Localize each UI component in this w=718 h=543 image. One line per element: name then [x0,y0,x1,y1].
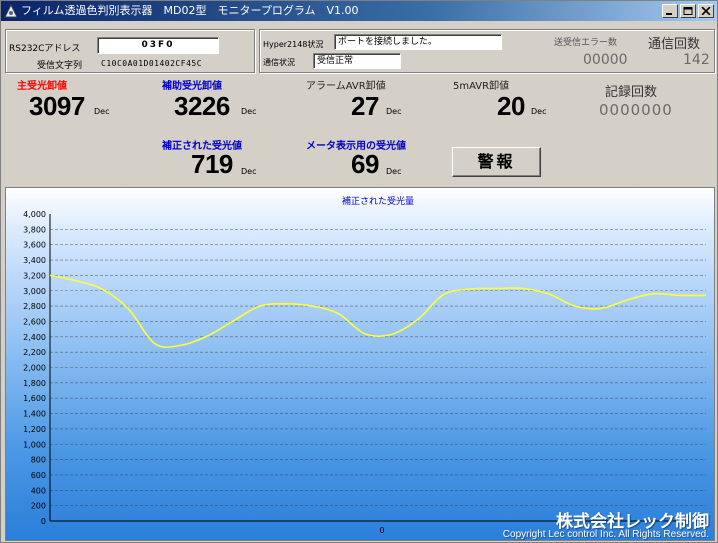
y-tick-label: 2,400 [23,333,46,342]
corrected-light-value: 719 [191,149,233,179]
alarm-avr-value: 27 [351,91,379,121]
app-icon [4,4,18,18]
error-count-label: 送受信エラー数 [554,38,618,48]
y-tick-label: 200 [31,502,46,511]
y-tick-label: 2,000 [23,364,46,373]
minimize-icon [666,13,672,15]
minimize-button[interactable] [662,4,678,18]
chart-panel: 補正された受光量 4,000 3,800 3,600 3,400 3,200 3,000 2,… [5,187,715,541]
y-tick-label: 1,400 [23,410,46,419]
y-tick-label: 2,800 [23,302,46,311]
series-line [49,274,707,349]
meter-light-value: 69 [351,149,379,179]
rs232c-address-label: RS232Cアドレス [9,44,81,54]
y-tick-label: 0 [41,517,46,526]
five-min-avr-value: 20 [497,91,525,121]
y-tick-label: 2,200 [23,348,46,357]
hyper-status-field: ポートを接続しました。 [334,34,502,50]
received-string-label: 受信文字列 [37,61,83,71]
main-light-unit: Dec [94,107,110,116]
maximize-icon [683,7,693,15]
y-tick-label: 600 [31,471,46,480]
y-tick-label: 1,200 [23,425,46,434]
y-tick-label: 800 [31,456,46,465]
record-count-label: 記録回数 [605,85,658,100]
alarm-button[interactable]: 警報 [452,147,541,177]
y-tick-label: 1,600 [23,394,46,403]
y-tick-label: 1,800 [23,379,46,388]
chart-svg: 補正された受光量 4,000 3,800 3,600 3,400 3,200 3,000 2,… [23,195,707,535]
aux-light-unit: Dec [241,107,257,116]
alarm-avr-label: アラームAVR卸値 [306,81,386,92]
received-string-value: C10C0A01D01402CF45C [101,59,203,68]
y-tick-label: 1,000 [23,440,46,449]
five-min-avr-unit: Dec [531,107,547,116]
copyright-text: Copyright Lec control Inc. All Rights Re… [502,529,709,540]
error-count-value: 00000 [583,52,628,68]
main-window: フィルム透過色判別表示器 MD02型 モニタープログラム V1.00 RS232… [0,0,718,543]
record-count-value: 0000000 [599,101,673,119]
aux-light-value: 3226 [174,91,230,121]
y-tick-label: 3,600 [23,241,46,250]
main-light-value: 3097 [29,91,85,121]
main-light-label: 主受光卸値 [17,81,67,92]
corrected-light-unit: Dec [241,167,257,176]
comm-status-field: 受信正常 [313,53,401,69]
close-button[interactable] [698,4,714,18]
maximize-button[interactable] [680,4,696,18]
y-tick-label: 3,800 [23,225,46,234]
chart-title: 補正された受光量 [342,195,414,207]
y-tick-label: 2,600 [23,317,46,326]
comm-count-value: 142 [683,52,710,68]
rs232c-address-field[interactable]: 03F0 [97,37,219,54]
window-title: フィルム透過色判別表示器 MD02型 モニタープログラム V1.00 [21,4,359,17]
five-min-avr-label: 5mAVR卸値 [453,81,510,92]
aux-light-label: 補助受光卸値 [162,81,222,92]
close-icon [701,7,711,15]
y-tick-label: 3,000 [23,287,46,296]
alarm-avr-unit: Dec [386,107,402,116]
y-tick-label: 4,000 [23,210,46,219]
comm-status-label: 通信状況 [263,58,295,67]
y-tick-label: 3,400 [23,256,46,265]
x-tick-label: 0 [379,526,384,535]
title-bar: フィルム透過色判別表示器 MD02型 モニタープログラム V1.00 [1,1,717,21]
y-tick-label: 400 [31,486,46,495]
y-tick-label: 3,200 [23,271,46,280]
hyper-status-label: Hyper2148状況 [263,40,324,49]
comm-count-label: 通信回数 [648,37,701,52]
meter-light-unit: Dec [386,167,402,176]
